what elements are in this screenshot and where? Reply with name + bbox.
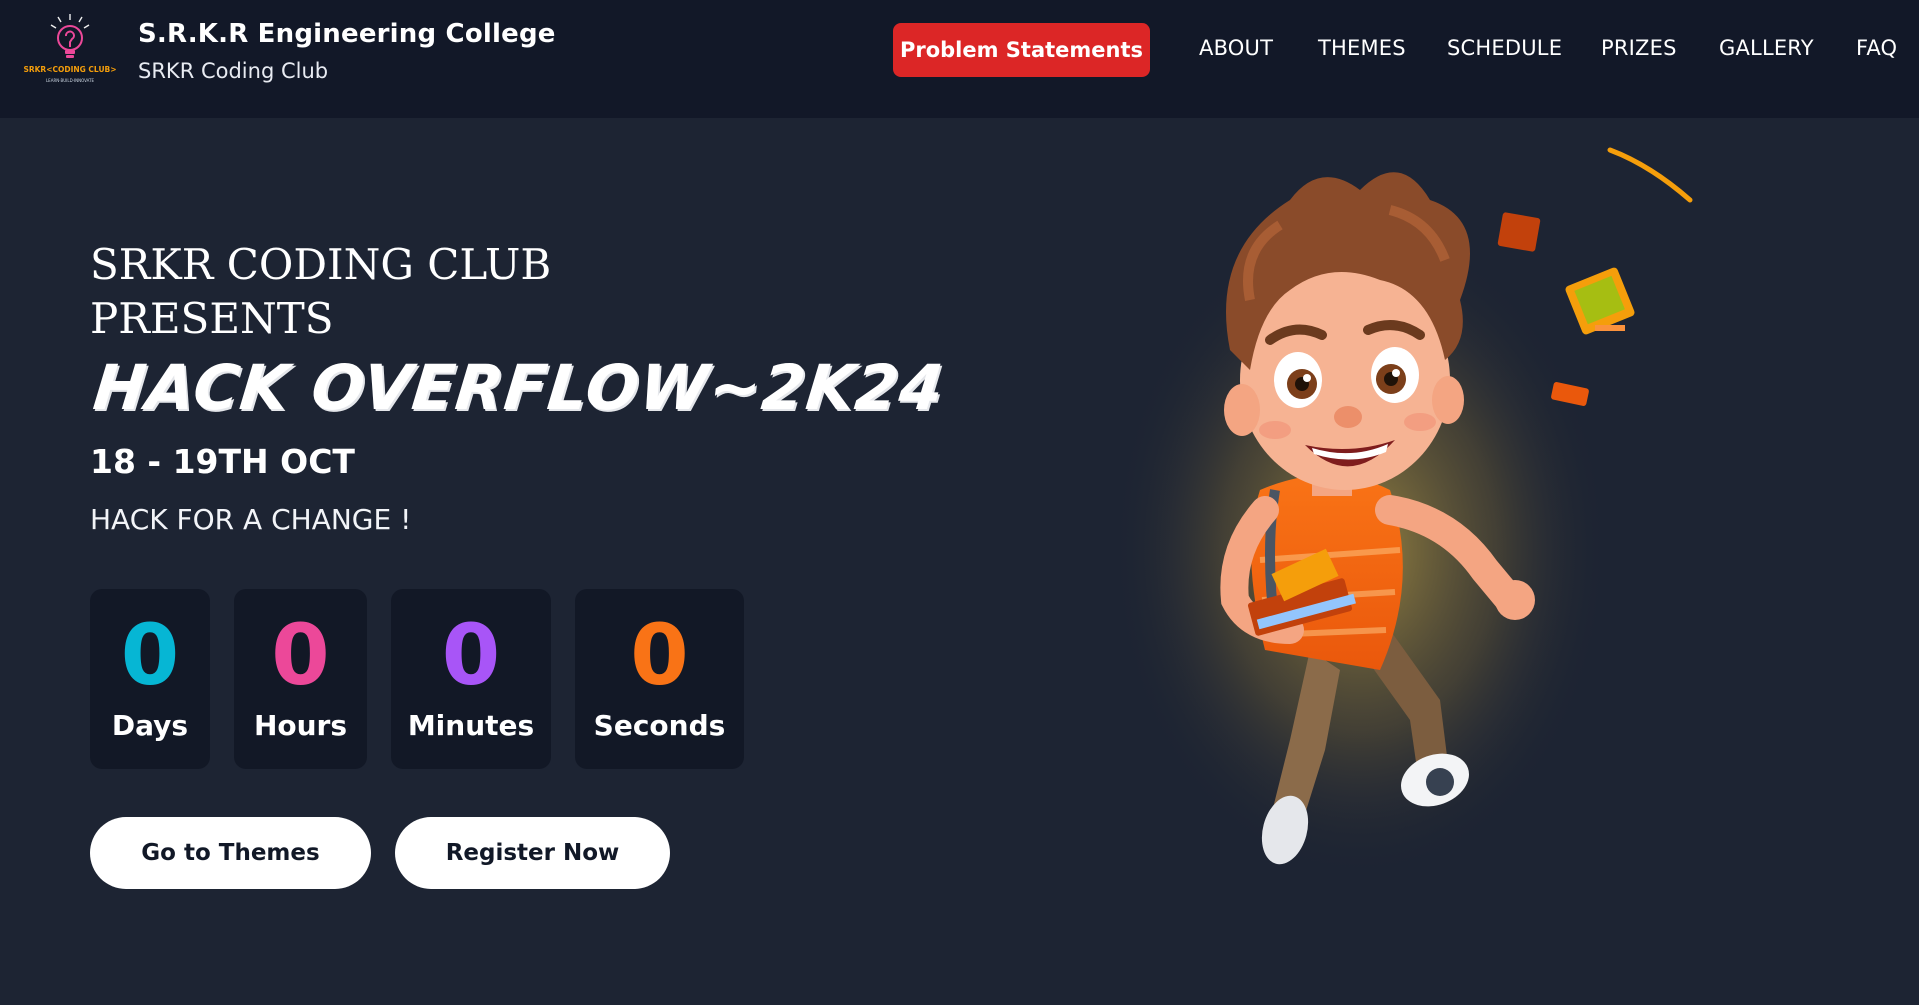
event-tagline: HACK FOR A CHANGE ! xyxy=(90,503,412,536)
event-date: 18 - 19TH OCT xyxy=(90,442,355,481)
countdown-seconds: 0 Seconds xyxy=(575,589,744,769)
nav-link-schedule[interactable]: SCHEDULE xyxy=(1447,36,1562,60)
logo-text: SRKR<CODING CLUB> xyxy=(23,65,116,74)
register-now-button[interactable]: Register Now xyxy=(395,817,670,889)
countdown-hours-value: 0 xyxy=(271,606,330,704)
nav-link-gallery[interactable]: GALLERY xyxy=(1719,36,1814,60)
go-to-themes-button[interactable]: Go to Themes xyxy=(90,817,371,889)
site-header: SRKR<CODING CLUB> LEARN·BUILD·INNOVATE S… xyxy=(0,0,1919,118)
nav-link-faq[interactable]: FAQ xyxy=(1856,36,1897,60)
countdown-minutes-label: Minutes xyxy=(407,709,535,742)
main-nav: ABOUT THEMES SCHEDULE PRIZES GALLERY FAQ xyxy=(0,36,1919,66)
countdown-seconds-value: 0 xyxy=(630,606,689,704)
countdown-days-label: Days xyxy=(111,709,189,742)
running-student-illustration xyxy=(1110,147,1693,880)
countdown-hours-label: Hours xyxy=(253,709,348,742)
nav-link-prizes[interactable]: PRIZES xyxy=(1601,36,1677,60)
logo-tagline: LEARN·BUILD·INNOVATE xyxy=(46,78,95,83)
countdown-seconds-label: Seconds xyxy=(593,709,726,742)
countdown-hours: 0 Hours xyxy=(234,589,367,769)
hero-illustration xyxy=(1090,130,1730,890)
nav-link-about[interactable]: ABOUT xyxy=(1199,36,1273,60)
countdown-minutes: 0 Minutes xyxy=(391,589,551,769)
presents-text: SRKR CODING CLUB PRESENTS xyxy=(90,240,552,343)
countdown-minutes-value: 0 xyxy=(441,606,501,704)
countdown-days: 0 Days xyxy=(90,589,210,769)
countdown-days-value: 0 xyxy=(120,606,180,704)
nav-link-themes[interactable]: THEMES xyxy=(1318,36,1406,60)
event-title: HACK OVERFLOW~2K24 xyxy=(90,351,948,424)
hero-heading: SRKR CODING CLUB PRESENTS HACK OVERFLOW~… xyxy=(90,238,948,424)
